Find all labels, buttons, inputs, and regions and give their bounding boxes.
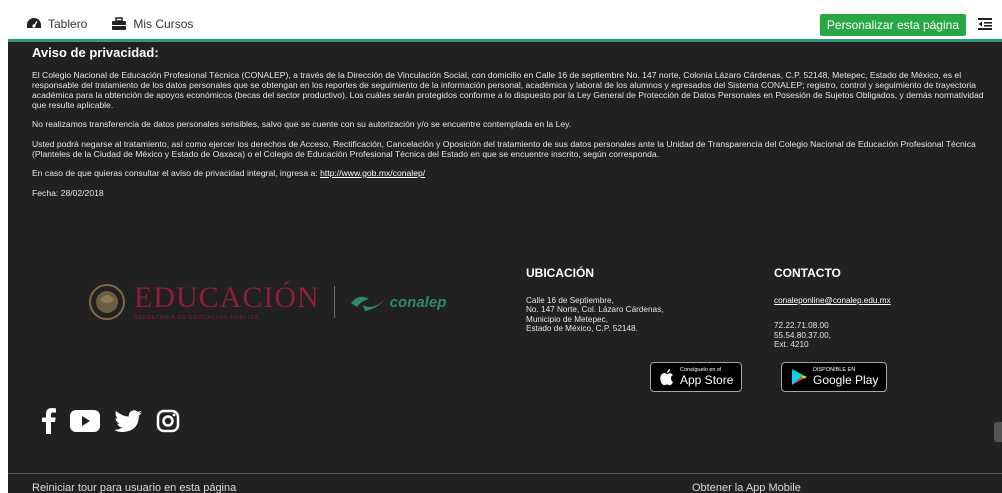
location-line: No. 147 Norte, Col. Lázaro Cárdenas, (526, 305, 664, 315)
dashboard-icon (27, 17, 41, 28)
top-navbar: Tablero Mis Cursos Personalizar esta pág… (8, 8, 1002, 42)
logo-divider (333, 286, 335, 318)
mexico-coat-of-arms-icon (89, 284, 125, 320)
google-play-text: DISPONIBLE EN Google Play (813, 368, 878, 386)
sep-logo: EDUCACIÓN SECRETARÍA DE EDUCACIÓN PÚBLIC… (134, 280, 320, 321)
privacy-consult: En caso de que quieras consultar el avis… (32, 168, 992, 178)
nav-mis-cursos[interactable]: Mis Cursos (111, 17, 193, 31)
google-play-button[interactable]: DISPONIBLE EN Google Play (781, 362, 888, 392)
reset-tour-link[interactable]: Reiniciar tour para usuario en esta pági… (32, 482, 236, 493)
social-links (42, 408, 180, 439)
contact-phone: 55.54.80.37.00, (774, 330, 831, 340)
google-play-icon (792, 369, 807, 385)
app-store-button[interactable]: Consíguelo en el App Store (650, 362, 743, 392)
footer-divider (8, 473, 1002, 474)
privacy-consult-text: En caso de que quieras consultar el avis… (32, 168, 321, 178)
get-mobile-app-link[interactable]: Obtener la App Mobile (692, 482, 801, 493)
privacy-title: Aviso de privacidad: (32, 45, 159, 60)
location-line: Calle 16 de Septiembre, (526, 296, 614, 305)
privacy-date: Fecha: 28/02/2018 (32, 188, 104, 198)
contact-title: CONTACTO (774, 266, 841, 280)
location-line: Municipio de Metepec, (526, 314, 608, 324)
nav-mis-cursos-label: Mis Cursos (133, 16, 194, 31)
facebook-icon[interactable] (42, 408, 56, 439)
contact-email-link[interactable]: conaleponline@conalep.edu.mx (774, 296, 891, 305)
privacy-notice: Aviso de privacidad: El Colegio Nacional… (8, 42, 1002, 198)
privacy-paragraph: No realizamos transferencia de datos per… (32, 119, 572, 129)
conalep-mark-icon (350, 296, 385, 311)
youtube-icon[interactable] (70, 410, 100, 437)
location-title: UBICACIÓN (526, 266, 594, 280)
sep-logo-subtitle: SECRETARÍA DE EDUCACIÓN PÚBLICA (134, 314, 259, 321)
scroll-handle[interactable] (994, 422, 1002, 442)
app-store-main: App Store (680, 372, 734, 387)
google-play-main: Google Play (813, 372, 879, 387)
privacy-paragraph: Usted podrá negarse al tratamiento, así … (32, 139, 976, 159)
nav-tablero-label: Tablero (48, 16, 88, 31)
location-line: Estado de México, C.P. 52148. (526, 324, 638, 334)
logos: EDUCACIÓN SECRETARÍA DE EDUCACIÓN PÚBLIC… (88, 282, 446, 322)
contact-section: CONTACTO conaleponline@conalep.edu.mx 72… (774, 266, 891, 350)
privacy-paragraph: El Colegio Nacional de Educación Profesi… (32, 70, 984, 110)
conalep-logo-text: conalep (389, 293, 447, 311)
conalep-logo: conalep (349, 291, 447, 313)
page-footer: Aviso de privacidad: El Colegio Nacional… (8, 42, 1002, 493)
contact-phone: 72.22.71.08.00 (774, 321, 829, 331)
briefcase-icon (112, 16, 127, 30)
customize-page-button[interactable]: Personalizar esta página (819, 14, 966, 36)
drawer-toggle-icon[interactable] (978, 17, 992, 31)
apple-icon (660, 369, 673, 386)
contact-phone: Ext. 4210 (774, 340, 809, 350)
twitter-icon[interactable] (114, 410, 142, 437)
app-store-text: Consíguelo en el App Store (680, 368, 733, 386)
nav-tablero[interactable]: Tablero (26, 17, 87, 31)
location-section: UBICACIÓN Calle 16 de Septiembre, No. 14… (526, 266, 663, 334)
sep-logo-title: EDUCACIÓN (134, 280, 320, 314)
instagram-icon[interactable] (156, 409, 180, 438)
privacy-link[interactable]: http://www.gob.mx/conalep/ (320, 168, 425, 178)
